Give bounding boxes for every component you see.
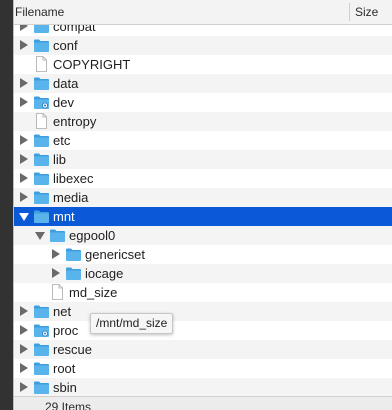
folder-icon bbox=[33, 37, 50, 53]
special-folder-icon bbox=[33, 322, 50, 338]
filename-label: rescue bbox=[53, 342, 93, 357]
disclosure-collapsed-icon[interactable] bbox=[20, 382, 28, 392]
column-divider[interactable] bbox=[349, 3, 350, 21]
file-icon bbox=[33, 113, 50, 129]
disclosure-collapsed-icon[interactable] bbox=[20, 78, 28, 88]
filename-label: media bbox=[53, 190, 89, 205]
folder-row[interactable]: media bbox=[14, 188, 392, 207]
folder-row[interactable]: genericset bbox=[14, 245, 392, 264]
filename-label: root bbox=[53, 361, 76, 376]
folder-icon bbox=[33, 341, 50, 357]
filename-label: dev bbox=[53, 95, 74, 110]
disclosure-collapsed-icon[interactable] bbox=[20, 192, 28, 202]
folder-row[interactable]: data bbox=[14, 74, 392, 93]
folder-row[interactable]: lib bbox=[14, 150, 392, 169]
folder-icon bbox=[65, 265, 82, 281]
file-icon bbox=[49, 284, 66, 300]
filename-label: libexec bbox=[53, 171, 94, 186]
folder-row[interactable]: libexec bbox=[14, 169, 392, 188]
disclosure-collapsed-icon[interactable] bbox=[20, 363, 28, 373]
status-bar: 29 Items bbox=[14, 396, 392, 410]
filename-label: entropy bbox=[53, 114, 97, 129]
filename-label: COPYRIGHT bbox=[53, 57, 131, 72]
filename-label: lib bbox=[53, 152, 67, 167]
folder-icon bbox=[33, 151, 50, 167]
folder-row[interactable]: sbin bbox=[14, 378, 392, 397]
path-tooltip: /mnt/md_size bbox=[90, 313, 174, 334]
folder-row[interactable]: conf bbox=[14, 36, 392, 55]
folder-icon bbox=[33, 75, 50, 91]
folder-icon bbox=[33, 208, 50, 224]
file-row[interactable]: md_size bbox=[14, 283, 392, 302]
filename-label: conf bbox=[53, 38, 78, 53]
file-list-panel: compat conf COPYRIGHT data dev entropy etc lib l… bbox=[13, 0, 392, 410]
disclosure-collapsed-icon[interactable] bbox=[20, 306, 28, 316]
disclosure-collapsed-icon[interactable] bbox=[20, 154, 28, 164]
folder-icon bbox=[33, 303, 50, 319]
disclosure-expanded-icon[interactable] bbox=[35, 232, 45, 240]
filename-label: proc bbox=[53, 323, 79, 338]
folder-icon bbox=[33, 360, 50, 376]
file-browser-screen: hb ou te ks wo rag ect rin compatconfCOP… bbox=[0, 0, 392, 410]
folder-row[interactable]: iocage bbox=[14, 264, 392, 283]
special-folder-icon bbox=[33, 94, 50, 110]
filename-label: genericset bbox=[85, 247, 145, 262]
folder-row[interactable]: etc bbox=[14, 131, 392, 150]
folder-icon bbox=[33, 189, 50, 205]
disclosure-expanded-icon[interactable] bbox=[19, 213, 29, 221]
disclosure-collapsed-icon[interactable] bbox=[20, 40, 28, 50]
filename-label: md_size bbox=[69, 285, 118, 300]
disclosure-collapsed-icon[interactable] bbox=[20, 344, 28, 354]
filename-label: sbin bbox=[53, 380, 77, 395]
disclosure-collapsed-icon[interactable] bbox=[20, 135, 28, 145]
column-filename[interactable]: Filename bbox=[15, 5, 64, 19]
column-size[interactable]: Size bbox=[355, 5, 378, 19]
background-window: hb ou te ks wo rag ect rin bbox=[0, 0, 14, 410]
filename-label: iocage bbox=[85, 266, 124, 281]
disclosure-collapsed-icon[interactable] bbox=[20, 97, 28, 107]
folder-icon bbox=[65, 246, 82, 262]
filename-label: mnt bbox=[53, 209, 75, 224]
folder-row[interactable]: egpool0 bbox=[14, 226, 392, 245]
filename-label: data bbox=[53, 76, 79, 91]
filename-label: egpool0 bbox=[69, 228, 116, 243]
tooltip-text: /mnt/md_size bbox=[96, 316, 168, 330]
folder-row[interactable]: root bbox=[14, 359, 392, 378]
file-icon bbox=[33, 56, 50, 72]
item-count: 29 Items bbox=[45, 400, 92, 410]
file-row[interactable]: entropy bbox=[14, 112, 392, 131]
folder-icon bbox=[33, 132, 50, 148]
disclosure-collapsed-icon[interactable] bbox=[20, 173, 28, 183]
folder-row[interactable]: net bbox=[14, 302, 392, 321]
folder-row[interactable]: rescue bbox=[14, 340, 392, 359]
filename-label: etc bbox=[53, 133, 71, 148]
file-row[interactable]: COPYRIGHT bbox=[14, 55, 392, 74]
folder-icon bbox=[33, 379, 50, 395]
disclosure-collapsed-icon[interactable] bbox=[20, 325, 28, 335]
disclosure-collapsed-icon[interactable] bbox=[52, 249, 60, 259]
folder-icon bbox=[33, 170, 50, 186]
folder-icon bbox=[49, 227, 66, 243]
folder-row[interactable]: dev bbox=[14, 93, 392, 112]
folder-row[interactable]: proc bbox=[14, 321, 392, 340]
disclosure-collapsed-icon[interactable] bbox=[52, 268, 60, 278]
column-header: Filename Size bbox=[14, 0, 392, 25]
filename-label: net bbox=[53, 304, 72, 319]
folder-row[interactable]: mnt bbox=[14, 207, 392, 226]
